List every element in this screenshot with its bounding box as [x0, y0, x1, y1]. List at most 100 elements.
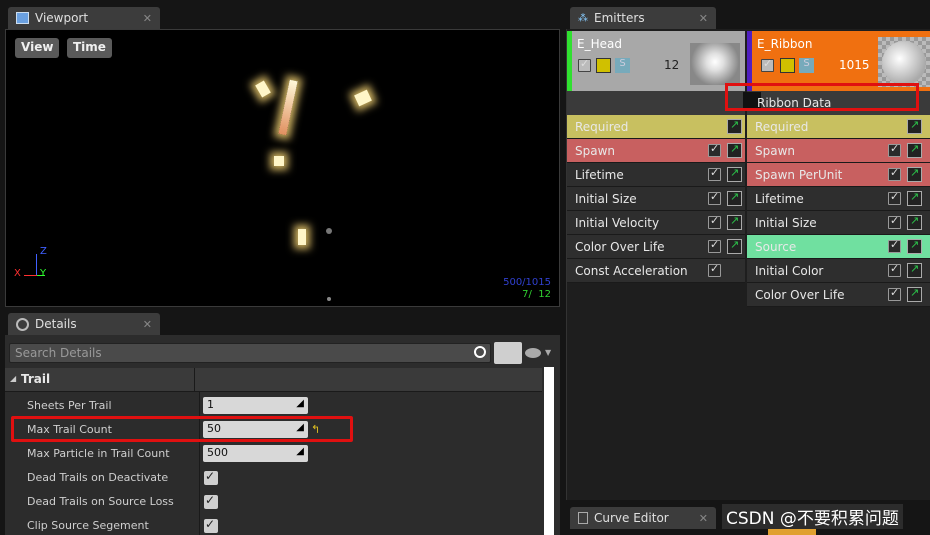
- curve-icon[interactable]: [907, 238, 922, 254]
- curve-icon[interactable]: [727, 166, 742, 182]
- curve-icon[interactable]: [907, 214, 922, 230]
- search-placeholder: Search Details: [15, 346, 102, 360]
- module-label: Source: [755, 239, 797, 254]
- emitters-panel: E_Head S 12 E_Ribbon S 1015 Required Spa…: [566, 29, 930, 500]
- emitters-tab-label: Emitters: [594, 11, 645, 25]
- tab-curve-editor[interactable]: Curve Editor ✕: [570, 507, 716, 529]
- module-label: Spawn: [755, 143, 796, 158]
- search-details-input[interactable]: Search Details: [9, 343, 491, 363]
- module-color-over-life[interactable]: Color Over Life: [747, 283, 930, 307]
- curve-icon[interactable]: [907, 166, 922, 182]
- tab-viewport[interactable]: Viewport ✕: [8, 7, 160, 29]
- module-enable-checkbox[interactable]: [888, 238, 901, 253]
- viewport-tab-label: Viewport: [35, 11, 89, 25]
- close-icon[interactable]: ✕: [699, 12, 708, 25]
- module-source[interactable]: Source: [747, 235, 930, 259]
- curve-icon[interactable]: [907, 286, 922, 302]
- details-scrollbar[interactable]: [544, 367, 554, 535]
- module-spawn-per-unit[interactable]: Spawn PerUnit: [747, 163, 930, 187]
- tab-emitters[interactable]: ⁂ Emitters ✕: [570, 7, 716, 29]
- module-enable-checkbox[interactable]: [888, 166, 901, 181]
- module-enable-checkbox[interactable]: [888, 142, 901, 157]
- module-label: Spawn: [575, 143, 616, 158]
- emitter-ribbon-solo-badge[interactable]: S: [799, 58, 814, 73]
- module-enable-checkbox[interactable]: [888, 214, 901, 229]
- curve-editor-toolbar-button[interactable]: [768, 529, 816, 535]
- eye-visibility-icon[interactable]: [525, 348, 541, 358]
- module-enable-checkbox[interactable]: [708, 214, 721, 229]
- module-initial-size[interactable]: Initial Size: [747, 211, 930, 235]
- module-enable-checkbox[interactable]: [708, 238, 721, 253]
- drag-handle-icon[interactable]: ◢: [296, 446, 304, 457]
- curve-icon[interactable]: [907, 190, 922, 206]
- grid-view-icon[interactable]: [494, 342, 522, 364]
- view-button[interactable]: View: [15, 38, 60, 58]
- section-trail[interactable]: ◢ Trail: [5, 368, 542, 392]
- tab-details[interactable]: Details ✕: [8, 313, 160, 335]
- dead-trails-on-deactivate-checkbox[interactable]: [204, 469, 218, 485]
- drag-handle-icon[interactable]: ◢: [296, 398, 304, 409]
- time-button[interactable]: Time: [67, 38, 112, 58]
- curve-icon[interactable]: [727, 142, 742, 158]
- module-lifetime[interactable]: Lifetime: [567, 163, 745, 187]
- module-label: Required: [575, 119, 629, 134]
- module-color-over-life[interactable]: Color Over Life: [567, 235, 745, 259]
- module-enable-checkbox[interactable]: [708, 142, 721, 157]
- sheets-per-trail-label: Sheets Per Trail: [27, 399, 112, 412]
- module-enable-checkbox[interactable]: [888, 262, 901, 277]
- emitter-ribbon-enable-checkbox[interactable]: [761, 57, 774, 72]
- module-initial-color[interactable]: Initial Color: [747, 259, 930, 283]
- emitter-head-enable-checkbox[interactable]: [578, 57, 591, 72]
- curve-icon[interactable]: [907, 262, 922, 278]
- axis-gizmo: Z X Y: [14, 246, 54, 282]
- module-spawn[interactable]: Spawn: [747, 139, 930, 163]
- module-enable-checkbox[interactable]: [708, 262, 721, 277]
- emitter-ribbon-header[interactable]: E_Ribbon S 1015: [747, 31, 930, 91]
- curve-icon[interactable]: [907, 142, 922, 158]
- close-icon[interactable]: ✕: [143, 12, 152, 25]
- dead-trails-on-source-loss-label: Dead Trails on Source Loss: [27, 495, 174, 508]
- close-icon[interactable]: ✕: [143, 318, 152, 331]
- module-enable-checkbox[interactable]: [888, 190, 901, 205]
- module-required[interactable]: Required: [567, 115, 745, 139]
- particle: [255, 80, 271, 98]
- curve-icon[interactable]: [727, 238, 742, 254]
- curve-icon[interactable]: [727, 214, 742, 230]
- sheets-per-trail-value: 1: [207, 398, 214, 411]
- close-icon[interactable]: ✕: [699, 512, 708, 525]
- emitter-head-thumbnail: [690, 43, 740, 85]
- emitter-ribbon-modules: Ribbon Data Required Spawn Spawn PerUnit…: [725, 83, 930, 500]
- axis-z-label: Z: [40, 246, 47, 257]
- viewport-panel[interactable]: View Time Z X Y 500/1015 7/ 12: [5, 29, 560, 307]
- emitter-head-header[interactable]: E_Head S 12: [567, 31, 745, 91]
- clip-source-segement-label: Clip Source Segement: [27, 519, 149, 532]
- module-required[interactable]: Required: [747, 115, 930, 139]
- curve-icon[interactable]: [727, 118, 742, 134]
- emitter-ribbon-name: E_Ribbon: [757, 37, 813, 51]
- particle: [274, 156, 284, 166]
- curve-icon[interactable]: [907, 118, 922, 134]
- module-const-acceleration[interactable]: Const Acceleration: [567, 259, 745, 283]
- curve-icon[interactable]: [727, 190, 742, 206]
- emitter-ribbon-detail-icon[interactable]: [780, 58, 795, 73]
- max-particle-in-trail-count-label: Max Particle in Trail Count: [27, 447, 170, 460]
- module-enable-checkbox[interactable]: [708, 190, 721, 205]
- module-spawn[interactable]: Spawn: [567, 139, 745, 163]
- chevron-down-icon[interactable]: ▼: [545, 348, 551, 357]
- emitter-head-solo-badge[interactable]: S: [615, 58, 630, 73]
- max-particle-in-trail-count-value: 500: [207, 446, 228, 459]
- module-lifetime[interactable]: Lifetime: [747, 187, 930, 211]
- module-enable-checkbox[interactable]: [888, 286, 901, 301]
- sheets-per-trail-input[interactable]: 1 ◢: [203, 397, 308, 414]
- search-icon[interactable]: [474, 346, 486, 358]
- module-enable-checkbox[interactable]: [708, 166, 721, 181]
- emitter-head-detail-icon[interactable]: [596, 58, 611, 73]
- max-particle-in-trail-count-input[interactable]: 500 ◢: [203, 445, 308, 462]
- emitter-ribbon-thumbnail: [878, 37, 930, 87]
- clip-source-segement-checkbox[interactable]: [204, 517, 218, 533]
- curve-editor-icon: [578, 512, 588, 524]
- module-initial-velocity[interactable]: Initial Velocity: [567, 211, 745, 235]
- module-label: Color Over Life: [755, 287, 845, 302]
- module-initial-size[interactable]: Initial Size: [567, 187, 745, 211]
- dead-trails-on-source-loss-checkbox[interactable]: [204, 493, 218, 509]
